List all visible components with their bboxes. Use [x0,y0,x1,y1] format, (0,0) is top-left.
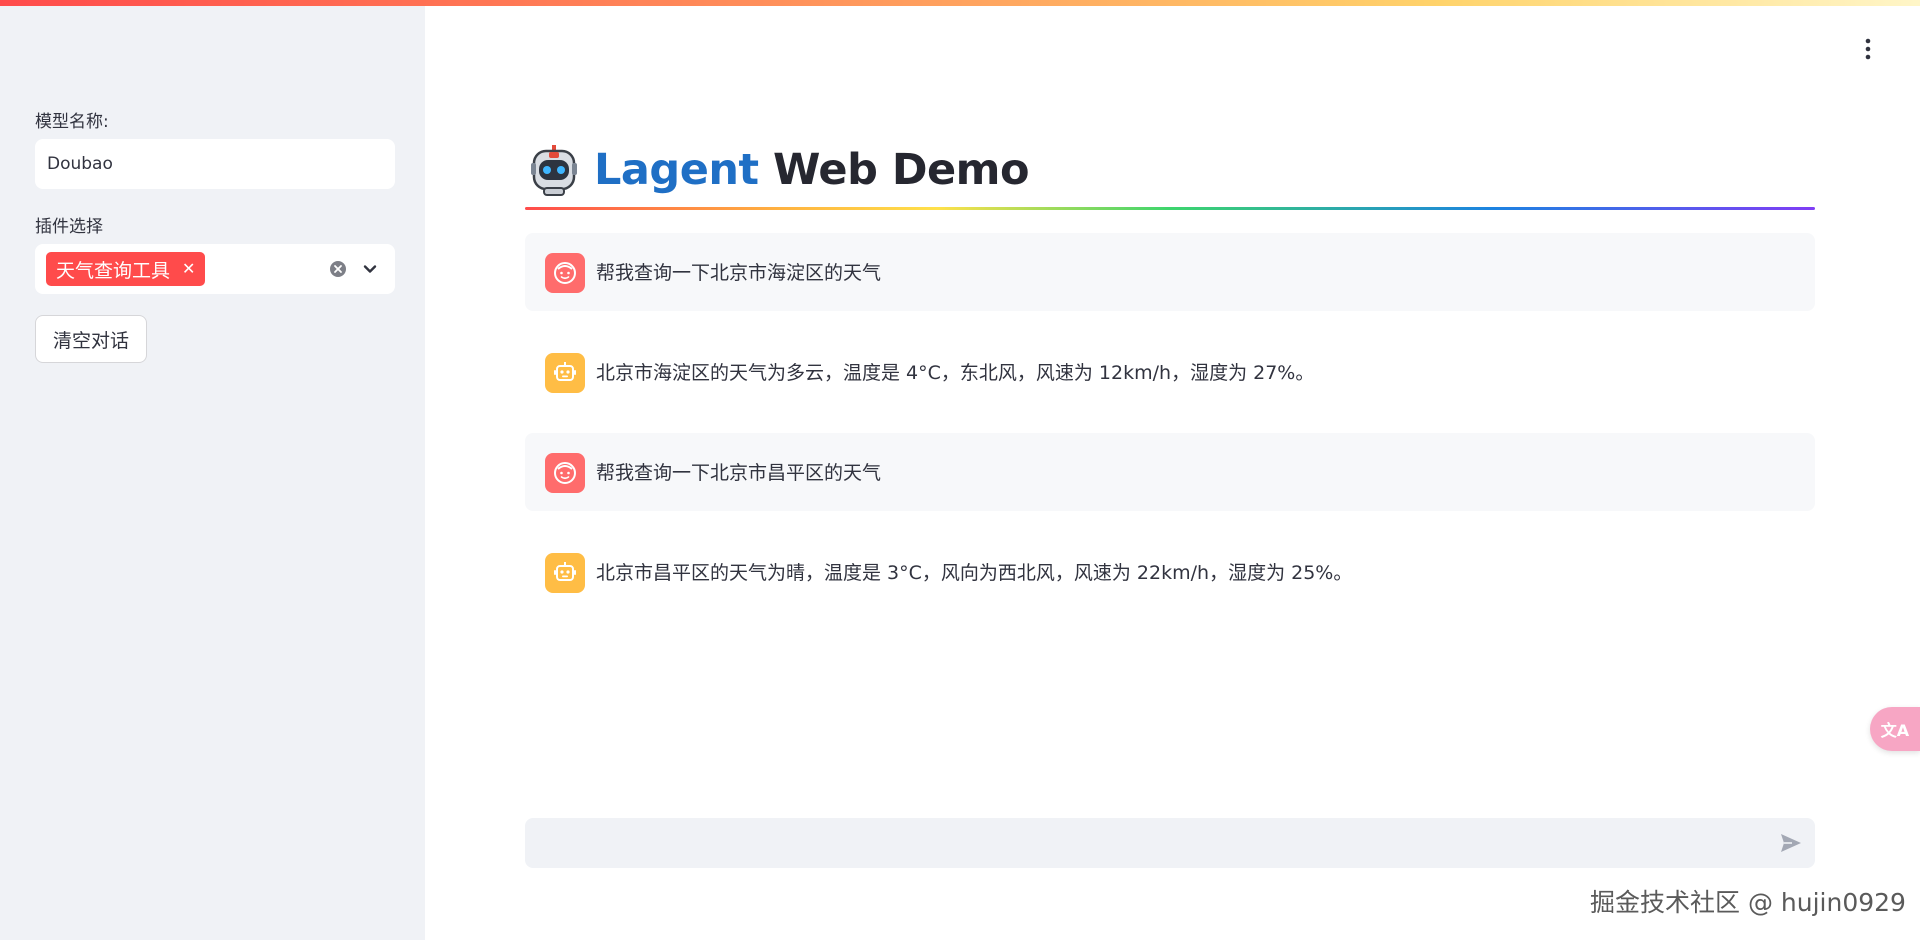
message-text: 帮我查询一下北京市海淀区的天气 [596,262,882,284]
user-avatar [545,253,585,293]
message-text: 北京市昌平区的天气为晴，温度是 3°C，风向为西北风，风速为 22km/h，湿度… [596,562,1353,584]
clear-circle-icon[interactable] [329,260,347,278]
title-rest: Web Demo [773,145,1030,195]
clear-chat-button[interactable]: 清空对话 [35,315,147,363]
chevron-down-icon[interactable] [361,260,379,278]
plugin-multiselect[interactable]: 天气查询工具 ✕ [35,244,395,294]
smiley-face-icon [554,262,576,284]
page-title: Lagent Web Demo [528,142,1030,198]
title-text: Lagent Web Demo [594,145,1030,195]
chat-input[interactable] [525,818,1815,868]
message-text: 帮我查询一下北京市昌平区的天气 [596,462,882,484]
translate-icon: 文A [1880,721,1910,740]
assistant-avatar [545,553,585,593]
title-accent: Lagent [594,145,759,195]
sidebar: 模型名称: Doubao 插件选择 天气查询工具 ✕ 清空对话 [0,0,425,940]
vertical-dots-icon[interactable] [1856,36,1880,62]
translate-button[interactable]: 文A [1870,707,1920,751]
robot-face-icon [554,562,576,581]
assistant-avatar [545,353,585,393]
user-avatar [545,453,585,493]
chat-message-user: 帮我查询一下北京市昌平区的天气 [525,433,1815,511]
message-text: 北京市海淀区的天气为多云，温度是 4°C，东北风，风速为 12km/h，湿度为 … [596,362,1315,384]
robot-icon [531,145,577,196]
plugin-select-label: 插件选择 [35,217,103,237]
smiley-face-icon [554,462,576,484]
chat-message-assistant: 北京市海淀区的天气为多云，温度是 4°C，东北风，风速为 12km/h，湿度为 … [525,333,1815,411]
model-name-label: 模型名称: [35,112,109,132]
plugin-tag-label: 天气查询工具 [56,259,171,282]
title-divider [525,207,1815,210]
watermark: 掘金技术社区 @ hujin0929 [1590,888,1906,917]
plugin-tag: 天气查询工具 ✕ [46,252,206,286]
send-icon[interactable] [1779,832,1803,854]
tag-remove-icon[interactable]: ✕ [182,261,195,277]
app-header-decoration [0,0,1920,6]
model-name-input[interactable]: Doubao [35,139,395,189]
robot-face-icon [554,362,576,381]
chat-message-assistant: 北京市昌平区的天气为晴，温度是 3°C，风向为西北风，风速为 22km/h，湿度… [525,533,1815,611]
chat-message-user: 帮我查询一下北京市海淀区的天气 [525,233,1815,311]
